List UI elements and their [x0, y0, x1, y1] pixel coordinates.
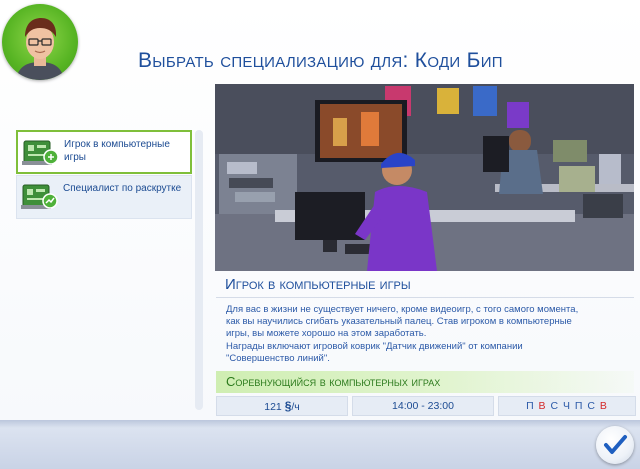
work-hours: 14:00 - 23:00: [352, 396, 494, 416]
pay-unit: /ч: [291, 401, 300, 413]
pay-info: 121 §/ч: [216, 396, 348, 416]
career-preview-image: [215, 84, 634, 271]
description-line: как вы научились сгибать указательный па…: [226, 316, 572, 328]
career-heading: Игрок в компьютерные игры: [225, 276, 411, 293]
divider: [216, 297, 634, 298]
description-line: Для вас в жизни не существует ничего, кр…: [226, 304, 579, 315]
work-days: П В С Ч П С В: [498, 396, 636, 416]
description-line: "Совершенство линий".: [226, 352, 330, 364]
dayoff-letter: В: [599, 400, 608, 412]
workday-letter: С: [587, 400, 596, 412]
dialog-title: Выбрать специализацию для: Коди Бип: [138, 49, 503, 72]
sim-avatar: [2, 4, 78, 80]
description-line: Награды включают игровой коврик "Датчик …: [226, 340, 523, 352]
workday-letter: С: [550, 400, 560, 412]
career-description: Для вас в жизни не существует ничего, кр…: [226, 304, 628, 365]
gaming-circuit-board-icon: [22, 140, 59, 165]
workday-letter: Ч: [563, 400, 571, 412]
career-level-name: Соревнующийся в компьютерных играх: [226, 374, 441, 389]
dayoff-letter: В: [538, 400, 547, 412]
sim-portrait-icon: [16, 18, 64, 80]
career-item-label: Специалист по раскрутке: [63, 183, 182, 194]
career-list: Игрок в компьютерные игры Специалист по …: [16, 130, 192, 220]
workday-letter: П: [574, 400, 584, 412]
pay-amount: 121: [264, 401, 282, 413]
career-item-label: Игрок в компьютерные игры: [64, 139, 170, 163]
description-line: игры, вы можете хорошо на этом заработат…: [226, 328, 427, 340]
footer-shadow: [0, 420, 640, 428]
confirm-button[interactable]: [596, 426, 634, 464]
checkmark-icon: [604, 435, 627, 454]
marketing-circuit-board-icon: [21, 184, 58, 209]
workday-letter: П: [526, 400, 535, 412]
career-item-marketing[interactable]: Специалист по раскрутке: [16, 175, 192, 219]
career-list-scrollbar[interactable]: [195, 130, 203, 410]
career-item-gamer[interactable]: Игрок в компьютерные игры: [16, 130, 192, 174]
